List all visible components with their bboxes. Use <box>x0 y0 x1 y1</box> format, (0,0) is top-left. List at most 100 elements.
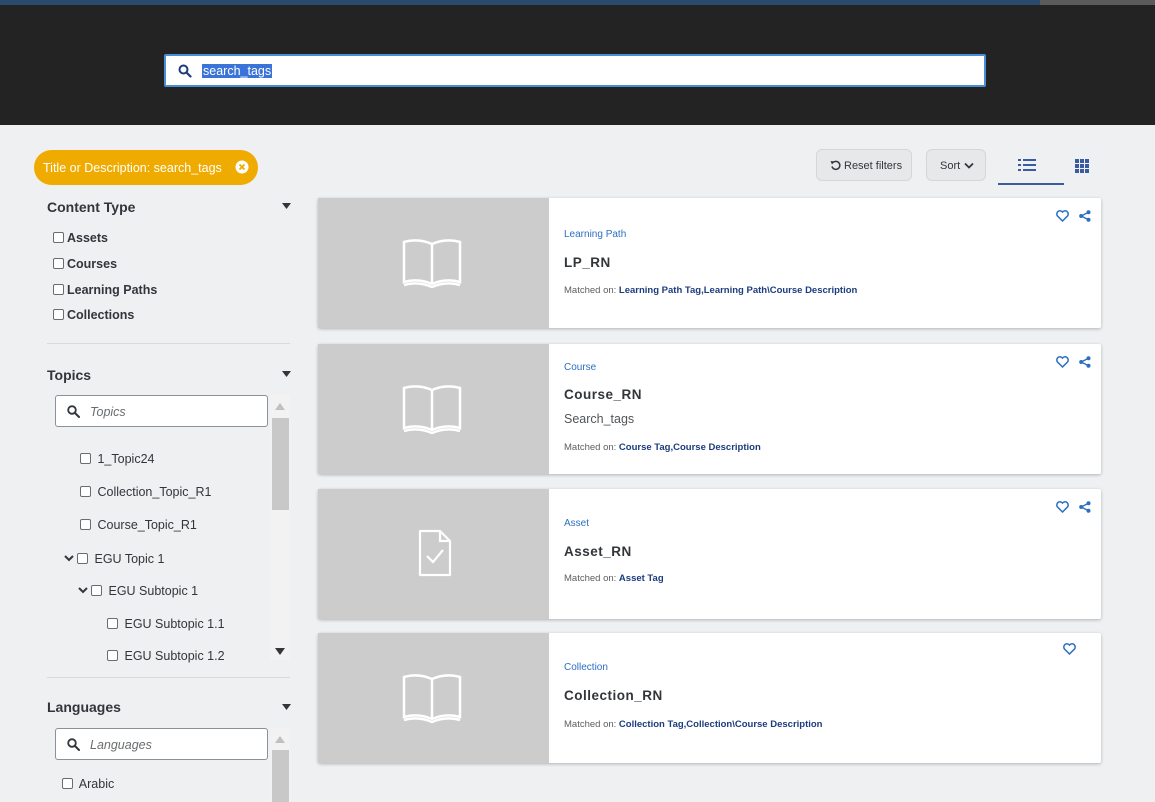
sort-button[interactable]: Sort <box>926 149 986 181</box>
checkbox[interactable] <box>53 232 64 243</box>
card-thumbnail <box>318 489 549 619</box>
card-matched-on: Matched on: Asset Tag <box>564 573 664 584</box>
checkbox[interactable] <box>80 519 91 530</box>
reset-filters-button[interactable]: Reset filters <box>816 149 912 181</box>
result-card[interactable]: Learning Path LP_RN Matched on: Learning… <box>318 198 1101 328</box>
book-icon <box>402 674 462 724</box>
topics-scroll-thumb[interactable] <box>272 418 289 510</box>
card-title[interactable]: LP_RN <box>564 255 611 270</box>
topic-item[interactable]: EGU Subtopic 1.2 <box>107 649 225 663</box>
checkbox[interactable] <box>107 650 118 661</box>
languages-scroll-thumb[interactable] <box>272 750 289 802</box>
list-view-active-indicator <box>998 183 1064 185</box>
chevron-down-icon[interactable] <box>64 555 74 562</box>
card-thumbnail <box>318 198 549 328</box>
share-icon[interactable] <box>1079 501 1091 513</box>
checkbox[interactable] <box>80 486 91 497</box>
active-filter-chip[interactable]: Title or Description: search_tags <box>34 150 258 185</box>
languages-search-placeholder: Languages <box>90 738 152 752</box>
content-type-label: Learning Paths <box>67 283 158 297</box>
content-type-collections[interactable]: Collections <box>53 308 134 322</box>
favorite-icon[interactable] <box>1056 210 1069 222</box>
book-icon <box>402 385 462 435</box>
search-icon <box>67 405 80 418</box>
favorite-icon[interactable] <box>1063 643 1076 655</box>
chevron-down-icon <box>964 162 974 169</box>
content-type-assets[interactable]: Assets <box>53 231 108 245</box>
scroll-down-icon[interactable] <box>275 648 285 655</box>
matched-fields: Collection Tag,Collection\Course Descrip… <box>618 719 823 730</box>
topic-label: EGU Subtopic 1 <box>108 584 199 598</box>
topic-label: Collection_Topic_R1 <box>97 485 212 499</box>
matched-fields: Asset Tag <box>618 573 664 584</box>
checkbox[interactable] <box>91 585 102 596</box>
sort-label: Sort <box>940 160 961 172</box>
card-type[interactable]: Learning Path <box>564 229 626 240</box>
card-title[interactable]: Asset_RN <box>564 544 632 559</box>
checkbox[interactable] <box>107 618 118 629</box>
divider <box>47 343 290 344</box>
card-thumbnail <box>318 344 549 474</box>
search-value: search_tags <box>202 64 273 78</box>
undo-icon <box>830 160 841 171</box>
topic-item[interactable]: Collection_Topic_R1 <box>80 485 211 499</box>
topic-item-expandable[interactable]: EGU Subtopic 1 <box>78 584 198 598</box>
divider <box>47 677 290 678</box>
checkbox[interactable] <box>80 453 91 464</box>
card-type[interactable]: Asset <box>564 518 589 529</box>
result-card[interactable]: Asset Asset_RN Matched on: Asset Tag <box>318 489 1101 619</box>
content-type-heading: Content Type <box>47 199 136 215</box>
language-label: Arabic <box>78 777 115 791</box>
languages-search-input[interactable]: Languages <box>55 728 268 760</box>
topic-item[interactable]: 1_Topic24 <box>80 452 154 466</box>
card-matched-on: Matched on: Learning Path Tag,Learning P… <box>564 285 857 296</box>
matched-fields: Learning Path Tag,Learning Path\Course D… <box>618 285 858 296</box>
result-card[interactable]: Collection Collection_RN Matched on: Col… <box>318 633 1101 763</box>
search-icon <box>67 738 80 751</box>
topic-item-expandable[interactable]: EGU Topic 1 <box>64 552 164 566</box>
checkbox[interactable] <box>53 258 64 269</box>
filter-chip-label: Title or Description: search_tags <box>43 161 222 175</box>
chevron-down-icon[interactable] <box>78 587 88 594</box>
favorite-icon[interactable] <box>1056 356 1069 368</box>
card-thumbnail <box>318 633 549 763</box>
topics-search-input[interactable]: Topics <box>55 395 268 427</box>
collapse-languages-icon[interactable] <box>282 704 291 710</box>
share-icon[interactable] <box>1079 210 1091 222</box>
card-description: Search_tags <box>564 412 635 426</box>
book-icon <box>402 239 462 289</box>
checkbox[interactable] <box>53 309 64 320</box>
scroll-up-icon[interactable] <box>275 736 285 743</box>
collapse-topics-icon[interactable] <box>282 371 291 377</box>
topics-heading: Topics <box>47 367 92 383</box>
scroll-up-icon[interactable] <box>275 403 285 410</box>
language-item[interactable]: Arabic <box>62 777 114 791</box>
list-view-icon[interactable] <box>1018 157 1036 173</box>
grid-view-icon[interactable] <box>1075 159 1089 173</box>
remove-filter-icon[interactable] <box>235 160 249 174</box>
collapse-content-type-icon[interactable] <box>282 203 291 209</box>
card-title[interactable]: Course_RN <box>564 387 642 402</box>
languages-heading: Languages <box>47 699 121 715</box>
checkbox[interactable] <box>77 553 88 564</box>
topic-label: 1_Topic24 <box>97 452 155 466</box>
topic-item[interactable]: EGU Subtopic 1.1 <box>107 617 225 631</box>
result-card[interactable]: Course Course_RN Search_tags Matched on:… <box>318 344 1101 474</box>
topics-search-placeholder: Topics <box>90 405 126 419</box>
reset-filters-label: Reset filters <box>844 160 903 172</box>
card-type[interactable]: Collection <box>564 662 608 673</box>
document-check-icon <box>418 529 452 577</box>
card-type[interactable]: Course <box>564 362 596 373</box>
card-title[interactable]: Collection_RN <box>564 688 663 703</box>
matched-prefix: Matched on: <box>564 573 619 584</box>
content-type-label: Assets <box>67 231 108 245</box>
content-type-courses[interactable]: Courses <box>53 257 117 271</box>
search-input[interactable]: search_tags <box>164 54 986 87</box>
topic-label: EGU Subtopic 1.2 <box>124 649 225 663</box>
favorite-icon[interactable] <box>1056 501 1069 513</box>
content-type-learning-paths[interactable]: Learning Paths <box>53 283 157 297</box>
checkbox[interactable] <box>62 778 73 789</box>
checkbox[interactable] <box>53 284 64 295</box>
share-icon[interactable] <box>1079 356 1091 368</box>
topic-item[interactable]: Course_Topic_R1 <box>80 518 197 532</box>
